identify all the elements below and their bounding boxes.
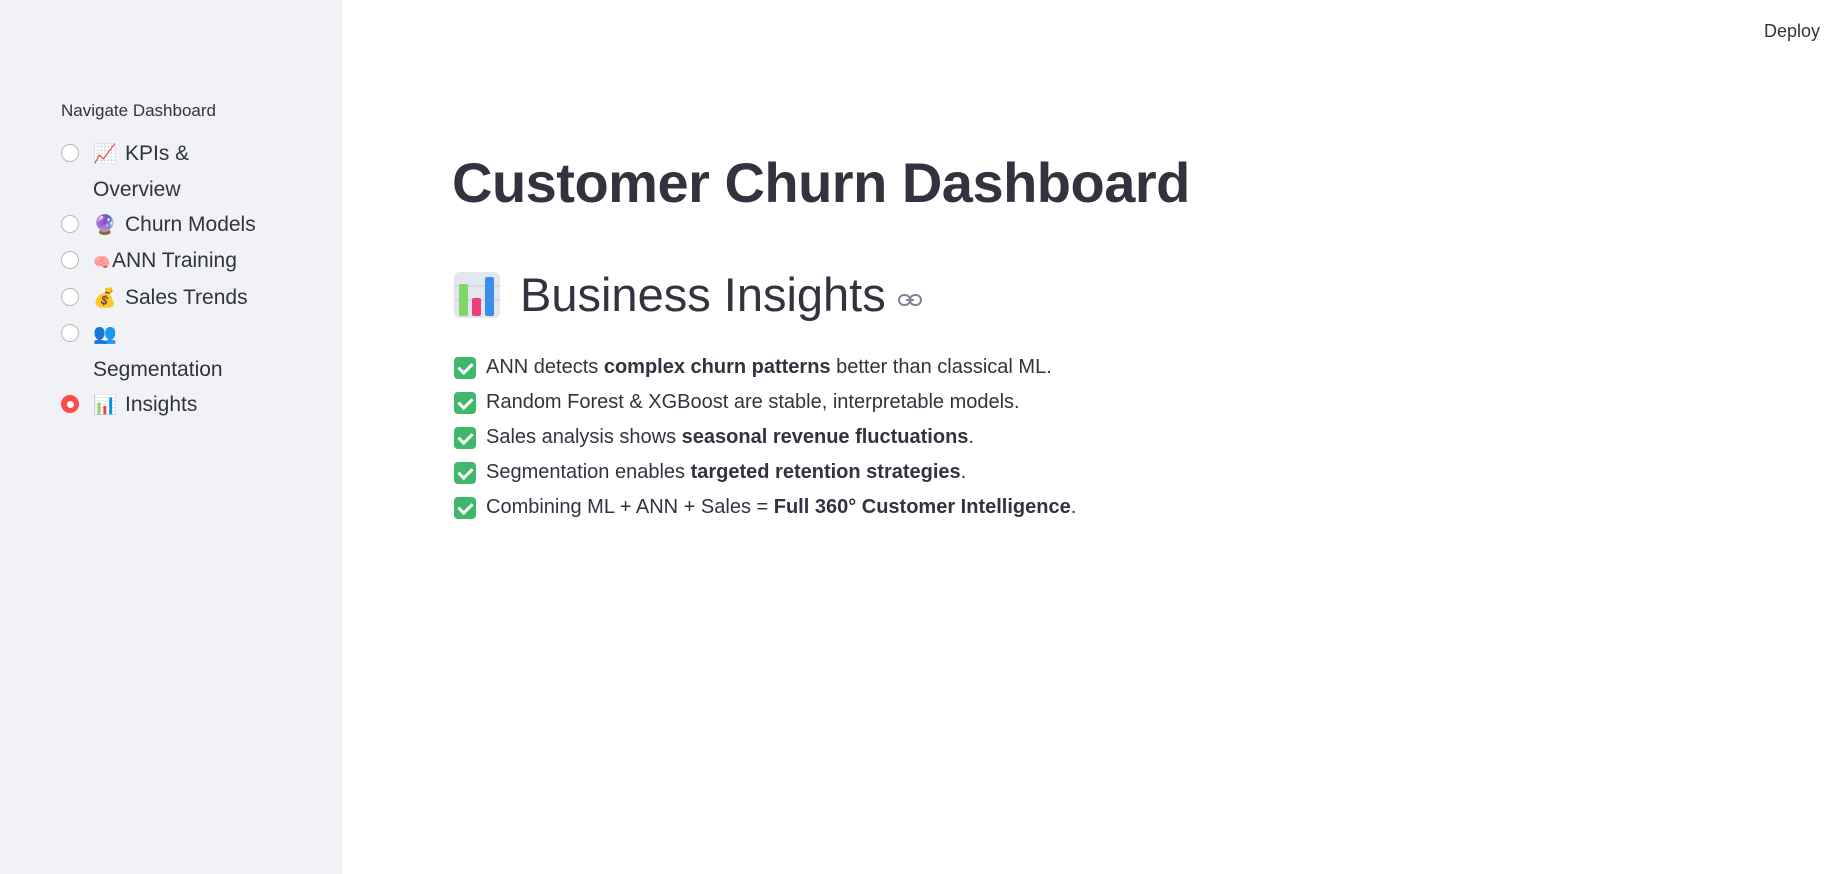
sidebar-item-label: Sales Trends [125, 286, 248, 309]
radio-button-selected[interactable] [61, 395, 79, 413]
radio-button[interactable] [61, 144, 79, 162]
insights-list: ANN detects complex churn patterns bette… [454, 350, 1076, 525]
insight-bold-text: Full 360° Customer Intelligence [773, 496, 1071, 518]
sidebar-nav-label: Navigate Dashboard [61, 101, 216, 120]
insight-text: Random Forest & XGBoost are stable, inte… [486, 391, 1020, 413]
sidebar-item-label: Churn Models [125, 213, 256, 236]
radio-button[interactable] [61, 251, 79, 269]
insight-text: Sales analysis shows [486, 426, 682, 448]
insight-text: Combining ML + ANN + Sales = [486, 496, 774, 518]
section-title: Business Insights [520, 268, 886, 321]
insight-bold-text: seasonal revenue fluctuations [681, 426, 969, 448]
list-item: Random Forest & XGBoost are stable, inte… [454, 385, 1076, 420]
money-bag-icon: 💰 [93, 288, 117, 309]
sidebar-item-kpis-overview[interactable]: 📈 KPIs & Overview [61, 136, 331, 207]
sidebar-item-label: Segmentation [93, 358, 223, 381]
insight-bold-text: targeted retention strategies [690, 461, 961, 483]
check-mark-icon [454, 496, 476, 519]
app-window: Navigate Dashboard 📈 KPIs & Overview 🔮 Chu… [0, 0, 1831, 874]
people-icon: 👥 [93, 324, 117, 345]
sidebar: Navigate Dashboard 📈 KPIs & Overview 🔮 Chu… [0, 0, 342, 874]
chart-increasing-icon: 📈 [93, 144, 117, 165]
crystal-ball-icon: 🔮 [93, 215, 117, 236]
check-mark-icon [454, 426, 476, 449]
check-mark-icon [454, 356, 476, 379]
section-header: Business Insights [452, 267, 922, 322]
insight-text: ANN detects [486, 356, 604, 378]
insight-bold-text: complex churn patterns [603, 356, 831, 378]
insight-text: . [968, 426, 974, 448]
bar-chart-icon [454, 271, 500, 318]
insight-text: better than classical ML. [830, 356, 1052, 378]
list-item: Combining ML + ANN + Sales = Full 360° C… [454, 490, 1076, 525]
check-mark-icon [454, 461, 476, 484]
deploy-button[interactable]: Deploy [1764, 21, 1820, 42]
sidebar-item-label: Insights [125, 393, 198, 416]
navigation-radio-group: 📈 KPIs & Overview 🔮 Churn Models 🧠ANN Trai… [61, 136, 331, 423]
sidebar-item-segmentation[interactable]: 👥 Segmentation [61, 316, 331, 387]
bar-chart-icon: 📊 [93, 395, 117, 416]
sidebar-item-churn-models[interactable]: 🔮 Churn Models [61, 207, 331, 243]
radio-button[interactable] [61, 215, 79, 233]
insight-text: . [1070, 496, 1077, 518]
list-item: Segmentation enables targeted retention … [454, 455, 1076, 490]
sidebar-item-label: ANN Training [112, 249, 237, 272]
brain-icon: 🧠 [93, 254, 111, 270]
sidebar-item-ann-training[interactable]: 🧠ANN Training [61, 243, 331, 280]
insight-text: . [960, 461, 967, 483]
radio-button[interactable] [61, 288, 79, 306]
page-title: Customer Churn Dashboard [452, 151, 1190, 214]
list-item: Sales analysis shows seasonal revenue fl… [454, 420, 1076, 455]
list-item: ANN detects complex churn patterns bette… [454, 350, 1076, 385]
insight-text: Segmentation enables [486, 461, 691, 483]
sidebar-item-sales-trends[interactable]: 💰 Sales Trends [61, 280, 331, 316]
check-mark-icon [454, 391, 476, 414]
sidebar-item-insights[interactable]: 📊 Insights [61, 387, 331, 423]
radio-button[interactable] [61, 324, 79, 342]
link-icon[interactable] [897, 293, 922, 307]
